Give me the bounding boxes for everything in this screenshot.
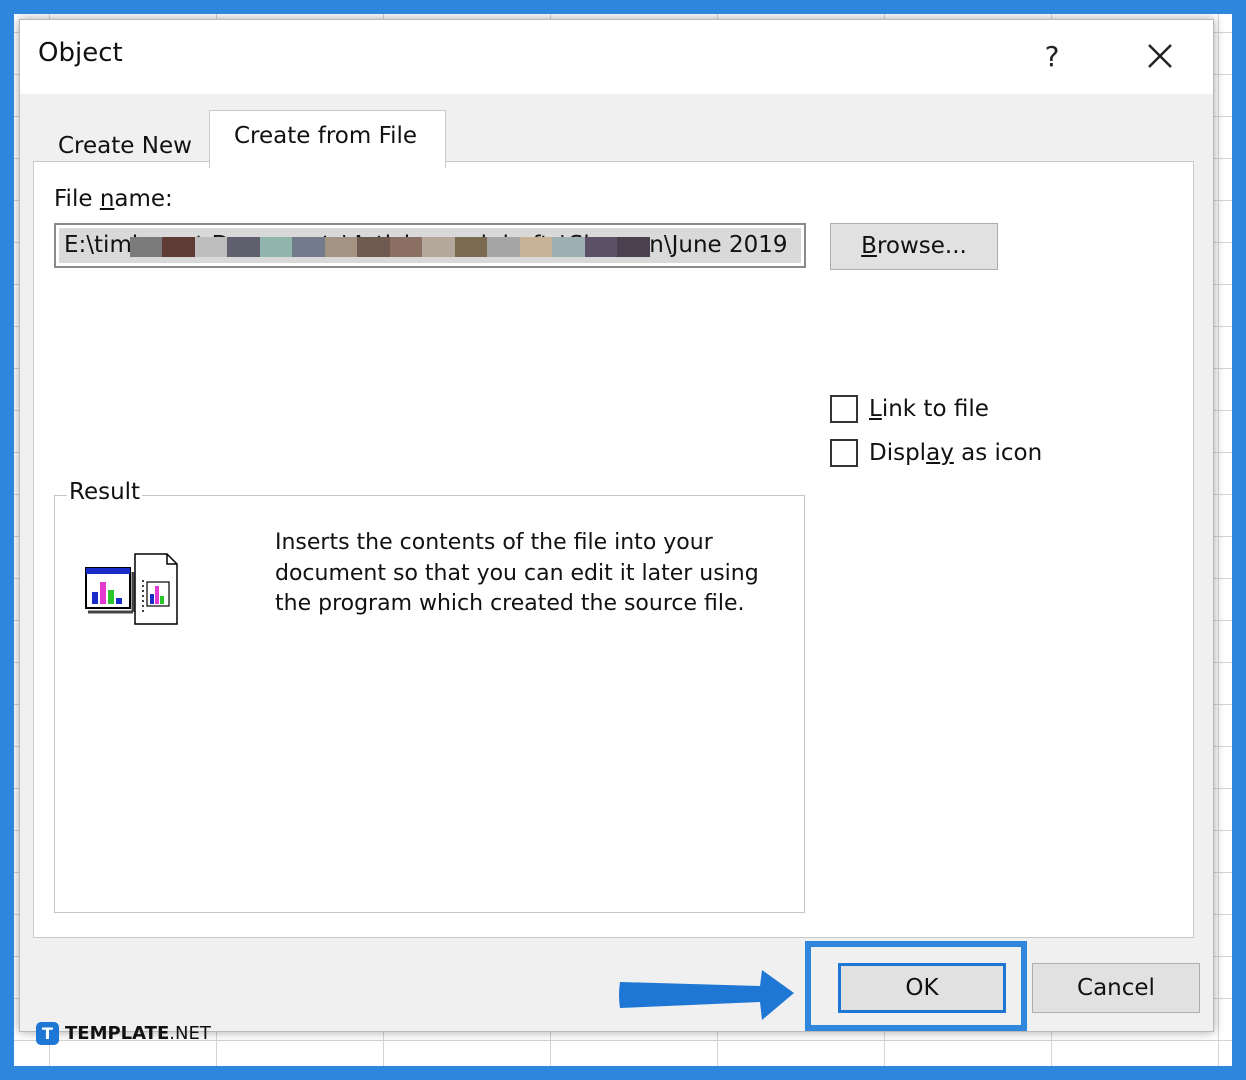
close-button[interactable]	[1130, 32, 1190, 82]
ok-button[interactable]: OK	[838, 963, 1006, 1013]
help-button[interactable]: ?	[1022, 32, 1082, 82]
file-name-label-accel: n	[99, 186, 115, 212]
file-name-label-part: ame:	[114, 186, 173, 212]
link-to-file-text: ink to file	[881, 396, 989, 422]
link-to-file-checkbox[interactable]	[830, 395, 858, 423]
browse-button[interactable]: Browse...	[830, 223, 998, 270]
template-net-watermark: T TEMPLATE.NET	[36, 1022, 211, 1045]
pointer-arrow-icon	[619, 970, 794, 1020]
display-as-icon-text: as icon	[953, 440, 1043, 466]
result-description: Inserts the contents of the file into yo…	[275, 530, 759, 616]
dialog-titlebar: Object ?	[20, 20, 1213, 94]
link-to-file-accel: L	[869, 396, 882, 422]
display-as-icon-label[interactable]: Display as icon	[869, 440, 1042, 466]
screenshot-frame: Object ? Create New Create from File Fil…	[14, 14, 1232, 1066]
watermark-suffix: .NET	[169, 1023, 211, 1044]
display-as-icon-accel: y	[940, 440, 954, 466]
browse-label: rowse...	[876, 233, 967, 259]
cancel-button[interactable]: Cancel	[1032, 963, 1200, 1013]
tab-panel-create-from-file: File name: E:\timkamat Documents\Article…	[33, 161, 1194, 938]
link-to-file-label[interactable]: Link to file	[869, 396, 989, 422]
object-dialog: Object ? Create New Create from File Fil…	[19, 19, 1214, 1032]
result-group: Result Inserts the contents of the file …	[54, 479, 805, 913]
file-name-label: File name:	[54, 186, 173, 212]
watermark-text: TEMPLATE.NET	[65, 1023, 211, 1044]
browse-label-accel: B	[861, 233, 877, 259]
result-legend: Result	[67, 479, 143, 505]
watermark-brand: TEMPLATE	[65, 1023, 170, 1044]
embedded-object-icon	[85, 553, 178, 625]
template-logo-icon: T	[36, 1022, 59, 1045]
display-as-icon-text: Displ	[869, 440, 927, 466]
dialog-title: Object	[38, 38, 123, 68]
file-name-label-part: File	[54, 186, 100, 212]
close-icon	[1148, 44, 1172, 68]
file-name-input[interactable]: E:\timkamat Documents\Articles and draft…	[54, 223, 806, 268]
tab-create-from-file[interactable]: Create from File	[209, 110, 446, 168]
display-as-icon-accel: a	[926, 440, 941, 466]
display-as-icon-checkbox[interactable]	[830, 439, 858, 467]
tab-create-new[interactable]: Create New	[42, 124, 209, 164]
